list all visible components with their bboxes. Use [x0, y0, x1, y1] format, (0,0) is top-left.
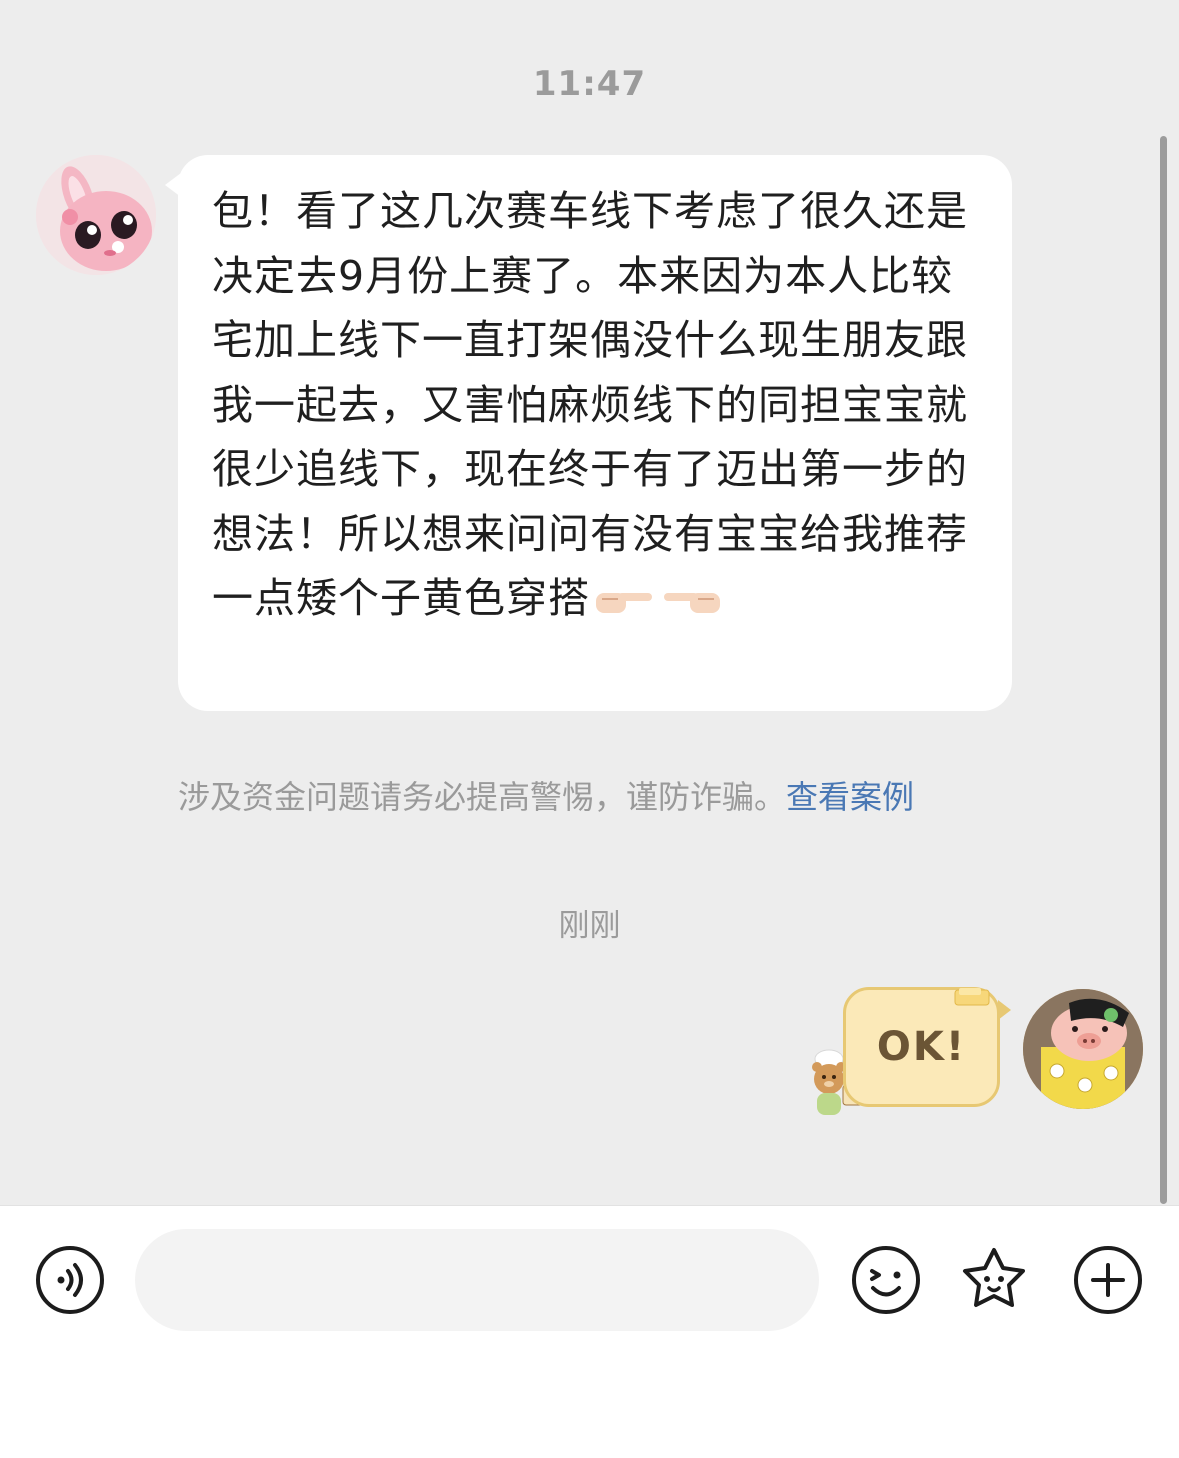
fraud-warning: 涉及资金问题请务必提高警惕，谨防诈骗。查看案例 — [178, 772, 1058, 818]
view-cases-link[interactable]: 查看案例 — [786, 778, 914, 816]
incoming-message-bubble[interactable]: 包！看了这几次赛车线下考虑了很久还是决定去9月份上赛了。本来因为本人比较宅加上线… — [165, 155, 1012, 711]
sticker-button[interactable] — [958, 1244, 1028, 1314]
user-avatar[interactable] — [1023, 989, 1143, 1109]
voice-icon — [36, 1246, 104, 1314]
scrollbar[interactable] — [1160, 136, 1167, 1204]
pig-avatar-icon — [1023, 989, 1143, 1109]
bunny-avatar-icon — [36, 155, 156, 275]
emoji-button[interactable] — [851, 1245, 921, 1315]
pointing-left-hand-icon — [660, 569, 722, 634]
timestamp: 刚刚 — [558, 908, 621, 944]
incoming-message-text: 包！看了这几次赛车线下考虑了很久还是决定去9月份上赛了。本来因为本人比较宅加上线… — [212, 187, 968, 622]
message-input[interactable] — [135, 1229, 819, 1331]
warning-text: 涉及资金问题请务必提高警惕，谨防诈骗。 — [178, 778, 787, 816]
timestamp: 11:47 — [532, 64, 647, 104]
voice-button[interactable] — [35, 1245, 105, 1315]
emoji-icon — [852, 1246, 920, 1314]
sender-avatar[interactable] — [36, 155, 156, 275]
chat-area[interactable]: 11:47 包！看了这几次赛车线下考虑了很久还是决定去9月份上赛了。本来因为本人… — [0, 0, 1179, 1205]
outgoing-message-text: OK! — [876, 1024, 967, 1070]
sticker-icon — [963, 1248, 1025, 1307]
butter-decoration-icon — [953, 986, 993, 1012]
plus-button[interactable] — [1073, 1245, 1143, 1315]
pointing-right-hand-icon — [594, 569, 656, 634]
plus-icon — [1074, 1246, 1142, 1314]
